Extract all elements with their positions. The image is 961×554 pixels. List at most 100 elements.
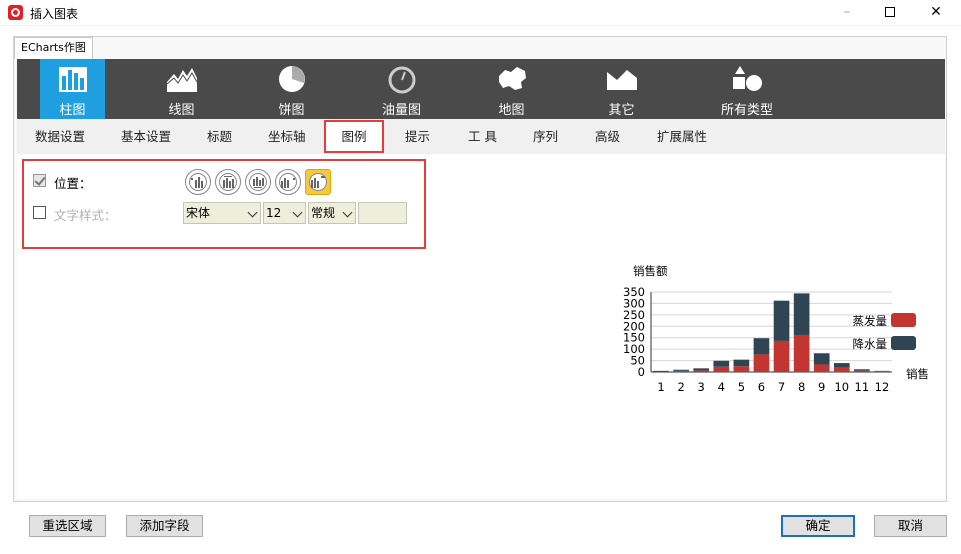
chart-type-pie[interactable]: 饼图 [259, 59, 324, 119]
add-field-button[interactable]: 添加字段 [126, 515, 203, 537]
bar-segment-precipitation [733, 359, 750, 367]
legend-position-right-top-button[interactable] [305, 169, 331, 195]
x-tick-label: 1 [657, 380, 664, 394]
legend-top-icon [223, 176, 234, 188]
font-weight-value: 常规 [311, 206, 336, 220]
chart-type-label: 饼图 [278, 103, 305, 118]
x-tick-label: 7 [778, 380, 785, 394]
legend-swatch [891, 336, 916, 350]
x-tick-label: 2 [677, 380, 684, 394]
title-bar: 插入图表 – ✕ [0, 0, 961, 26]
chart-type-line[interactable]: 线图 [149, 59, 214, 119]
bar-segment-precipitation [673, 369, 689, 371]
chart-type-other[interactable]: 其它 [589, 59, 654, 119]
position-label: 位置： [54, 176, 92, 191]
reselect-area-button[interactable]: 重选区域 [29, 515, 106, 537]
settings-tabs: 数据设置 基本设置 标题 坐标轴 图例 提示 工 具 序列 高级 扩展属性 [17, 119, 945, 154]
close-button[interactable]: ✕ [913, 0, 959, 26]
font-family-select[interactable]: 宋体 [183, 202, 261, 224]
bar-segment-precipitation [653, 370, 669, 372]
chart-type-label: 线图 [168, 103, 195, 118]
chart-type-label: 油量图 [381, 103, 421, 118]
area-shape-icon [606, 70, 637, 90]
gauge-icon [388, 66, 415, 94]
chart-type-all[interactable]: 所有类型 [702, 59, 792, 119]
tab-echarts[interactable]: ECharts作图 [14, 37, 93, 59]
font-color-field[interactable] [358, 202, 407, 224]
chart-title: 销售额 [633, 264, 668, 278]
legend-position-right-button[interactable] [275, 169, 301, 195]
bar-segment-evaporation [813, 364, 830, 372]
font-size-value: 12 [266, 206, 282, 220]
chart-type-label: 地图 [498, 103, 525, 118]
bar-segment-evaporation [733, 366, 750, 372]
x-tick-label: 4 [718, 380, 725, 394]
y-tick-label: 350 [623, 285, 645, 299]
bar-segment-precipitation [833, 363, 850, 368]
map-icon [498, 67, 526, 90]
tab-advanced[interactable]: 高级 [595, 119, 620, 154]
x-tick-label: 8 [798, 380, 805, 394]
bar-segment-precipitation [693, 368, 710, 371]
tab-tools[interactable]: 工 具 [468, 119, 497, 154]
bar-chart-icon [58, 67, 87, 92]
cancel-button[interactable]: 取消 [874, 515, 947, 537]
maximize-icon [885, 7, 895, 17]
tab-basic-settings[interactable]: 基本设置 [121, 119, 171, 154]
tab-series[interactable]: 序列 [533, 119, 558, 154]
bar-segment-evaporation [693, 370, 710, 372]
legend-bottom-icon [253, 177, 264, 188]
line-chart-icon [166, 68, 197, 92]
font-family-value: 宋体 [186, 206, 211, 220]
chevron-down-icon [342, 207, 353, 218]
window-title: 插入图表 [30, 7, 79, 21]
bar-segment-evaporation [713, 366, 730, 372]
bar-segment-precipitation [793, 293, 810, 335]
bar-segment-evaporation [793, 334, 810, 372]
legend-position-bottom-button[interactable] [245, 169, 271, 195]
ok-button[interactable]: 确定 [781, 515, 855, 537]
chart-type-label: 柱图 [59, 103, 86, 118]
legend-swatch [891, 313, 916, 327]
font-weight-select[interactable]: 常规 [308, 202, 356, 224]
bar-segment-precipitation [854, 369, 870, 371]
bar-segment-evaporation [874, 371, 890, 372]
x-tick-label: 5 [738, 380, 745, 394]
x-tick-label: 10 [834, 380, 849, 394]
tab-extended-properties[interactable]: 扩展属性 [657, 119, 707, 154]
legend-position-left-button[interactable] [185, 169, 211, 195]
legend-position-top-button[interactable] [215, 169, 241, 195]
chart-preview: 销售额0501001502002503003501 2 3 4 5 6 7 8 9 10 11 12销… [623, 264, 928, 394]
tab-title[interactable]: 标题 [207, 119, 232, 154]
chart-type-gauge[interactable]: 油量图 [369, 59, 434, 119]
legend-right-icon [281, 178, 295, 188]
x-tick-label: 11 [855, 380, 870, 394]
chevron-down-icon [292, 207, 303, 218]
x-tick-label: 12 [875, 380, 890, 394]
tab-axis[interactable]: 坐标轴 [268, 119, 306, 154]
bar-segment-precipitation [813, 353, 830, 365]
bar-segment-evaporation [753, 354, 770, 372]
bar-segment-evaporation [854, 370, 870, 372]
legend-label: 降水量 [853, 337, 888, 351]
chart-type-bar[interactable]: 柱图 [40, 59, 105, 119]
bar-segment-precipitation [773, 300, 790, 341]
x-tick-label: 6 [758, 380, 765, 394]
x-tick-label: 3 [698, 380, 705, 394]
bar-segment-precipitation [753, 338, 770, 355]
app-logo-icon [8, 5, 23, 20]
tab-tooltip[interactable]: 提示 [405, 119, 430, 154]
position-checkbox[interactable] [33, 174, 46, 187]
font-size-select[interactable]: 12 [263, 202, 306, 224]
pie-chart-icon [278, 66, 305, 92]
chart-type-map[interactable]: 地图 [479, 59, 544, 119]
tab-legend[interactable]: 图例 [324, 120, 384, 153]
chart-type-label: 其它 [608, 103, 635, 118]
tab-data-settings[interactable]: 数据设置 [35, 119, 85, 154]
minimize-button[interactable]: – [824, 0, 870, 26]
text-style-checkbox[interactable] [33, 206, 46, 219]
bar-segment-evaporation [773, 340, 790, 372]
text-style-label: 文字样式： [54, 208, 117, 223]
maximize-button[interactable] [867, 0, 913, 26]
chart-type-toolbar: 柱图 线图 饼图 油量图 地图 其它 所有类型 [17, 59, 945, 119]
